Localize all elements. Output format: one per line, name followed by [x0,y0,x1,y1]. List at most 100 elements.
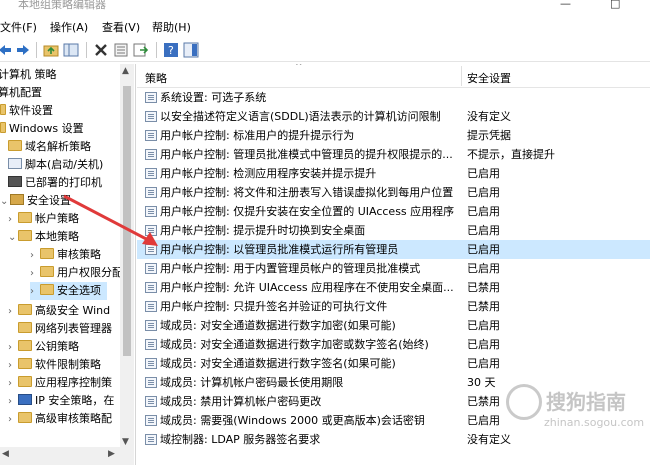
policy-setting: 提示凭据 [467,129,511,142]
tree-item[interactable]: 脚本(启动/关机) [8,156,103,174]
toolbar: ? [0,38,650,62]
tree-item[interactable]: 软件设置 [0,102,53,120]
show-tree-icon[interactable] [62,41,80,59]
folder-icon [40,284,54,295]
chevron-right-icon[interactable]: › [30,265,40,283]
up-folder-icon[interactable] [42,41,60,59]
properties-icon[interactable] [112,41,130,59]
column-divider[interactable] [461,66,462,86]
tree-item[interactable]: 域名解析策略 [8,138,91,156]
policy-name: 域成员: 对安全通道数据进行数字签名(如果可能) [160,357,396,370]
tree-item-label: 高级审核策略配 [35,412,112,425]
chevron-right-icon[interactable]: › [30,283,40,301]
policy-row[interactable]: 用户帐户控制: 用于内置管理员帐户的管理员批准模式 已启用 [137,259,650,278]
policy-row[interactable]: 以安全描述符定义语言(SDDL)语法表示的计算机访问限制 没有定义 [137,107,650,126]
chevron-right-icon[interactable]: › [8,339,18,357]
folder-icon [18,412,32,423]
policy-row[interactable]: 用户帐户控制: 标准用户的提升提示行为 提示凭据 [137,126,650,145]
policy-row[interactable]: 系统设置: 可选子系统 [137,88,650,107]
policy-icon [145,434,157,445]
policy-icon [145,339,157,350]
tree-item[interactable]: › 公钥策略 [8,338,79,356]
minimize-button[interactable]: — [560,0,571,10]
chevron-down-icon[interactable]: ⌄ [8,229,18,247]
tree-item[interactable]: 网络列表管理器 [18,320,112,338]
tree-item[interactable]: Windows 设置 [0,120,84,138]
policy-row[interactable]: 用户帐户控制: 检测应用程序安装并提示提升 已启用 [137,164,650,183]
scroll-up-icon[interactable]: ▲ [122,66,129,76]
tree-item-label: 公钥策略 [35,340,79,353]
maximize-button[interactable]: □ [610,0,620,10]
policy-icon [145,149,157,160]
menu-action[interactable]: 操作(A) [50,19,88,35]
tree-vertical-scrollbar[interactable]: ▲ ▼ [120,64,134,465]
forward-arrow-icon[interactable] [14,41,32,59]
policy-setting: 已启用 [467,224,500,237]
tree-item[interactable]: › IP 安全策略，在 [8,392,114,410]
watermark-url: zhinan.sogou.com [544,416,645,429]
chevron-right-icon[interactable]: › [8,411,18,429]
tree-item[interactable]: › 软件限制策略 [8,356,101,374]
tree-item[interactable]: 计算机 策略 [0,66,57,84]
policy-row[interactable]: 域成员: 对安全通道数据进行数字加密(如果可能) 已启用 [137,316,650,335]
menu-view[interactable]: 查看(V) [102,19,140,35]
tree-item[interactable]: › 应用程序控制策 [8,374,112,392]
policy-row[interactable]: 用户帐户控制: 以管理员批准模式运行所有管理员 已启用 [137,240,650,259]
tree-item[interactable]: › 高级安全 Wind [8,302,110,320]
policy-row[interactable]: 域成员: 对安全通道数据进行数字加密或数字签名(始终) 已启用 [137,335,650,354]
tree-horizontal-scrollbar[interactable]: ◀ ▶ [0,447,134,465]
tree-item-label: 软件设置 [9,104,53,117]
menu-file[interactable]: 文件(F) [0,19,37,35]
policy-name: 用户帐户控制: 仅提升安装在安全位置的 UIAccess 应用程序 [160,205,455,218]
folder-icon [40,248,54,259]
script-icon [8,158,22,169]
policy-icon [145,130,157,141]
tree-item-selected[interactable]: › 安全选项 [30,282,107,300]
tree-item-label: 已部署的打印机 [25,176,102,189]
policy-row[interactable]: 用户帐户控制: 允许 UIAccess 应用程序在不使用安全桌面... 已禁用 [137,278,650,297]
policy-row[interactable]: 域成员: 对安全通道数据进行数字签名(如果可能) 已启用 [137,354,650,373]
column-header-policy[interactable]: 策略 [145,70,167,86]
export-icon[interactable] [132,41,150,59]
chevron-right-icon[interactable]: › [8,375,18,393]
scroll-down-icon[interactable]: ▼ [122,437,129,447]
scroll-right-icon[interactable]: ▶ [108,449,115,459]
policy-row[interactable]: 用户帐户控制: 提示提升时切换到安全桌面 已启用 [137,221,650,240]
tree-item-label: 安全选项 [57,284,101,297]
policy-name: 用户帐户控制: 以管理员批准模式运行所有管理员 [160,243,399,256]
back-arrow-icon[interactable] [0,41,14,59]
delete-icon[interactable] [92,41,110,59]
chevron-right-icon[interactable]: › [8,393,18,411]
chevron-right-icon[interactable]: › [8,211,18,229]
policy-name: 域成员: 对安全通道数据进行数字加密(如果可能) [160,319,396,332]
chevron-down-icon[interactable]: ⌄ [0,193,10,211]
policy-row[interactable]: 用户帐户控制: 只提升签名并验证的可执行文件 已禁用 [137,297,650,316]
policy-name: 用户帐户控制: 用于内置管理员帐户的管理员批准模式 [160,262,421,275]
policy-name: 域控制器: LDAP 服务器签名要求 [160,433,321,446]
chevron-right-icon[interactable]: › [8,357,18,375]
policy-row[interactable]: 用户帐户控制: 管理员批准模式中管理员的提升权限提示的... 不提示，直接提升 [137,145,650,164]
policy-name: 用户帐户控制: 检测应用程序安装并提示提升 [160,167,377,180]
policy-setting: 已启用 [467,205,500,218]
policy-setting: 没有定义 [467,110,511,123]
scroll-left-icon[interactable]: ◀ [2,449,9,459]
policy-row[interactable]: 用户帐户控制: 仅提升安装在安全位置的 UIAccess 应用程序 已启用 [137,202,650,221]
chevron-right-icon[interactable]: › [30,247,40,265]
tree-item[interactable]: 算机配置 [0,84,42,102]
tree-item[interactable]: › 用户权限分配 [30,264,123,282]
tree-item-label: 应用程序控制策 [35,376,112,389]
folder-icon [18,376,32,387]
menu-help[interactable]: 帮助(H) [152,19,191,35]
tree-item-label: IP 安全策略，在 [35,394,115,407]
policy-setting: 已启用 [467,186,500,199]
chevron-right-icon[interactable]: › [8,303,18,321]
policy-setting: 已禁用 [467,395,500,408]
policy-row[interactable]: 用户帐户控制: 将文件和注册表写入错误虚拟化到每用户位置 已启用 [137,183,650,202]
column-header-setting[interactable]: 安全设置 [467,70,511,86]
folder-icon [8,140,22,151]
help-icon[interactable]: ? [162,41,180,59]
tree-item-label: Windows 设置 [9,122,84,135]
tree-item[interactable]: › 高级审核策略配 [8,410,112,428]
policy-name: 域成员: 对安全通道数据进行数字加密或数字签名(始终) [160,338,429,351]
help-pane-icon[interactable] [182,41,200,59]
